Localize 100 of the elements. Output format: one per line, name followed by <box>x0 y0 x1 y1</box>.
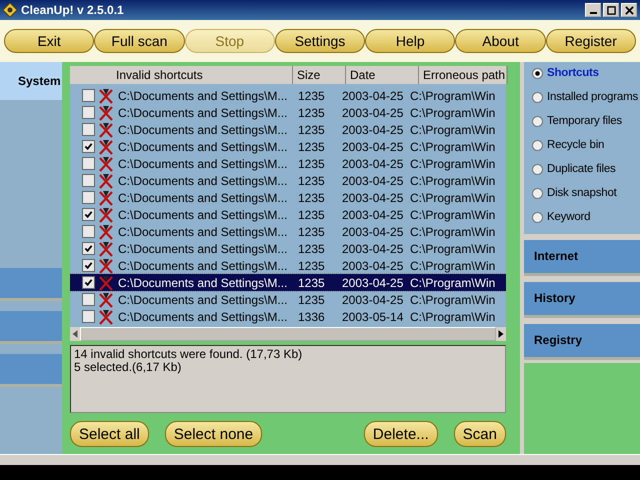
list-row[interactable]: C:\Documents and Settings\M... 1235 2003-04-25 C:\Program\Win <box>70 257 506 274</box>
toolbar-button[interactable]: Help <box>365 29 456 53</box>
size-cell-text: 1235 <box>297 174 326 188</box>
checkbox[interactable] <box>82 208 95 221</box>
date-cell-text: 2003-04-25 <box>342 88 404 102</box>
checkbox[interactable] <box>82 225 95 238</box>
toolbar-button[interactable]: Exit <box>4 29 94 53</box>
checkbox[interactable] <box>82 259 95 272</box>
radio-button[interactable] <box>532 92 543 102</box>
path-cell-text: C:\Documents and Settings\M... <box>118 156 288 170</box>
target-cell: C:\Program\Win <box>410 258 494 272</box>
list-row[interactable]: C:\Documents and Settings\M... 1235 2003-04-25 C:\Program\Win <box>70 138 506 155</box>
size-cell-text: 1235 <box>297 258 326 272</box>
minimize-button[interactable] <box>585 3 601 17</box>
target-cell: C:\Program\Win <box>410 88 494 102</box>
radio-button[interactable] <box>532 212 543 222</box>
broken-shortcut-icon <box>98 190 114 206</box>
action-button[interactable]: Scan <box>454 421 506 447</box>
scan-option-radio[interactable]: Installed programs <box>532 88 640 106</box>
scan-option-radio[interactable]: Shortcuts <box>532 64 640 82</box>
date-cell-text: 2003-04-25 <box>342 140 404 154</box>
size-cell-text: 1235 <box>297 106 326 120</box>
scan-option-radio[interactable]: Duplicate files <box>532 160 640 178</box>
size-cell-text: 1235 <box>297 276 326 290</box>
target-cell: C:\Program\Win <box>410 224 494 238</box>
broken-shortcut-icon <box>98 122 114 138</box>
list-row[interactable]: C:\Documents and Settings\M... 1235 2003-04-25 C:\Program\Win <box>70 172 506 189</box>
list-row[interactable]: C:\Documents and Settings\M... 1235 2003-04-25 C:\Program\Win <box>70 223 506 240</box>
target-cell: C:\Program\Win <box>410 106 494 120</box>
date-cell-text: 2003-04-25 <box>342 174 404 188</box>
checkbox[interactable] <box>82 310 95 323</box>
list-row[interactable]: C:\Documents and Settings\M... 1235 2003-04-25 C:\Program\Win <box>70 274 506 291</box>
scroll-right-icon[interactable] <box>496 329 506 339</box>
toolbar-button[interactable]: Settings <box>274 29 366 53</box>
action-button[interactable]: Delete... <box>364 421 438 447</box>
size-cell-text: 1235 <box>297 156 326 170</box>
radio-button[interactable] <box>532 188 543 198</box>
date-cell-text: 2003-04-25 <box>342 190 404 204</box>
size-cell-text: 1336 <box>297 310 326 324</box>
checkbox[interactable] <box>82 276 95 289</box>
date-cell-text: 2003-04-25 <box>342 242 404 256</box>
checkbox[interactable] <box>82 140 95 153</box>
target-cell: C:\Program\Win <box>410 292 494 306</box>
list-row[interactable]: C:\Documents and Settings\M... 1235 2003-04-25 C:\Program\Win <box>70 121 506 138</box>
list-row[interactable]: C:\Documents and Settings\M... 1235 2003-04-25 C:\Program\Win <box>70 240 506 257</box>
date-cell-text: 2003-04-25 <box>342 208 404 222</box>
category-bar[interactable]: Internet <box>524 240 640 276</box>
category-bar[interactable]: Registry <box>524 324 640 360</box>
list-row[interactable]: C:\Documents and Settings\M... 1235 2003-04-25 C:\Program\Win <box>70 104 506 121</box>
scroll-left-icon[interactable] <box>70 329 80 339</box>
maximize-icon <box>606 6 616 14</box>
list-row[interactable]: C:\Documents and Settings\M... 1235 2003-04-25 C:\Program\Win <box>70 189 506 206</box>
toolbar-button[interactable]: About <box>455 29 546 53</box>
radio-button[interactable] <box>532 140 543 150</box>
target-cell: C:\Program\Win <box>410 310 494 324</box>
broken-shortcut-icon <box>98 240 114 256</box>
checkbox[interactable] <box>82 106 95 119</box>
radio-button[interactable] <box>532 68 543 78</box>
toolbar-button[interactable]: Full scan <box>94 29 185 53</box>
checkbox[interactable] <box>82 123 95 136</box>
system-panel-header[interactable]: System <box>0 62 62 100</box>
date-cell-text: 2003-04-25 <box>342 258 404 272</box>
scan-option-radio[interactable]: Disk snapshot <box>532 184 640 202</box>
checkbox[interactable] <box>82 157 95 170</box>
checkbox[interactable] <box>82 293 95 306</box>
date-cell-text: 2003-04-25 <box>342 122 404 136</box>
scan-option-radio[interactable]: Keyword <box>532 208 640 226</box>
date-cell-text: 2003-04-25 <box>342 106 404 120</box>
date-cell-text: 2003-04-25 <box>342 156 404 170</box>
size-cell-text: 1235 <box>297 190 326 204</box>
path-cell-text: C:\Documents and Settings\M... <box>118 292 288 306</box>
broken-shortcut-icon <box>98 104 114 120</box>
target-cell: C:\Program\Win <box>410 122 494 136</box>
list-row[interactable]: C:\Documents and Settings\M... 1235 2003-04-25 C:\Program\Win <box>70 206 506 223</box>
close-button[interactable] <box>621 3 637 17</box>
minimize-icon <box>590 12 596 14</box>
list-row[interactable]: C:\Documents and Settings\M... 1235 2003-04-25 C:\Program\Win <box>70 155 506 172</box>
checkbox[interactable] <box>82 242 95 255</box>
scan-option-radio[interactable]: Recycle bin <box>532 136 640 154</box>
broken-shortcut-icon <box>98 88 114 104</box>
category-bar[interactable]: History <box>524 282 640 318</box>
target-cell: C:\Program\Win <box>410 208 494 222</box>
list-row[interactable]: C:\Documents and Settings\M... 1235 2003-04-25 C:\Program\Win <box>70 291 506 308</box>
date-cell-text: 2003-04-25 <box>342 276 404 290</box>
list-row[interactable]: C:\Documents and Settings\M... 1235 2003-04-25 C:\Program\Win <box>70 87 506 104</box>
checkbox[interactable] <box>82 174 95 187</box>
target-cell: C:\Program\Win <box>410 276 494 290</box>
maximize-button[interactable] <box>603 3 619 17</box>
size-cell-text: 1235 <box>297 292 326 306</box>
radio-button[interactable] <box>532 164 543 174</box>
action-button[interactable]: Select all <box>70 421 149 447</box>
checkbox[interactable] <box>82 191 95 204</box>
radio-button[interactable] <box>532 116 543 126</box>
toolbar-button[interactable]: Register <box>546 29 636 53</box>
path-cell-text: C:\Documents and Settings\M... <box>118 258 288 272</box>
scan-option-radio[interactable]: Temporary files <box>532 112 640 130</box>
checkbox[interactable] <box>82 89 95 102</box>
list-row[interactable]: C:\Documents and Settings\M... 1336 2003-05-14 C:\Program\Win <box>70 308 506 325</box>
action-button[interactable]: Select none <box>164 421 262 447</box>
target-cell: C:\Program\Win <box>410 242 494 256</box>
